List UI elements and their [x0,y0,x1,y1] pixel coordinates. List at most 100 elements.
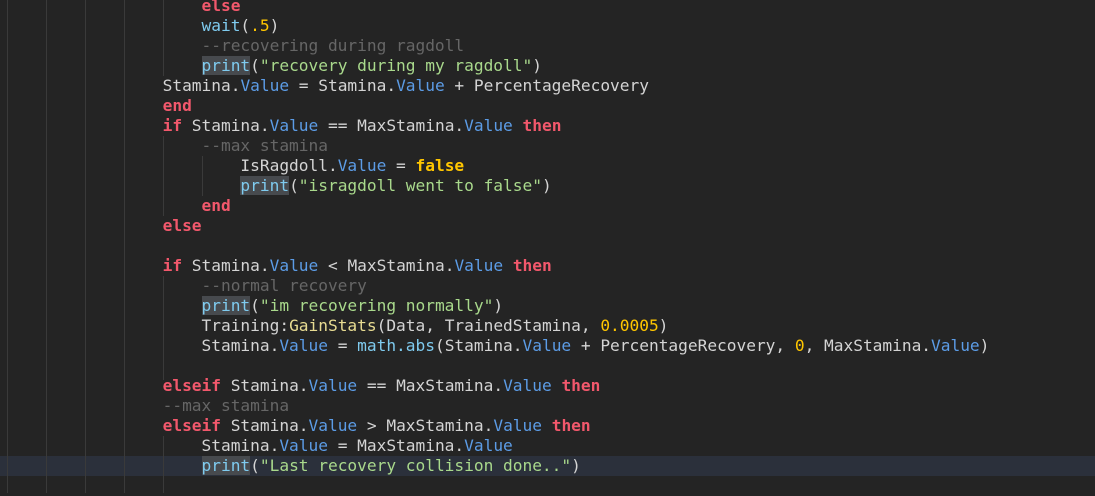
token-prop: Value [454,256,504,275]
token-txt: ) [493,296,504,315]
token-txt: (Stamina. [434,336,523,355]
token-num: 0.0005 [600,316,659,335]
code-line[interactable]: else [0,216,1095,236]
indent-guide [163,436,164,493]
indent-guide [163,136,164,216]
token-kw: elseif [162,376,221,395]
code-line[interactable]: Stamina.Value = math.abs(Stamina.Value +… [0,336,1095,356]
code-line[interactable]: --max stamina [0,396,1095,416]
token-txt: ( [240,16,251,35]
token-txt: ( [289,176,299,195]
token-prop: Value [279,336,328,355]
token-txt: (Data, TrainedStamina, [376,316,601,335]
code-line[interactable]: print("Last recovery collision done..") [0,456,1095,476]
code-line[interactable]: elseif Stamina.Value > MaxStamina.Value … [0,416,1095,436]
token-fnhl: print [201,56,251,75]
code-line[interactable]: print("recovery during my ragdoll") [0,56,1095,76]
code-line[interactable]: elseif Stamina.Value == MaxStamina.Value… [0,376,1095,396]
code-editor[interactable]: else wait(.5) --recovering during ragdol… [0,0,1095,496]
token-str: "Last recovery collision done.." [259,456,572,475]
code-line[interactable]: wait(.5) [0,16,1095,36]
code-line[interactable]: IsRagdoll.Value = false [0,156,1095,176]
code-line[interactable] [0,236,1095,256]
token-txt: = [386,156,416,175]
code-line[interactable]: if Stamina.Value < MaxStamina.Value then [0,256,1095,276]
token-txt: Stamina. [220,376,309,395]
token-str: "recovery during my ragdoll" [259,56,533,75]
token-txt: = [327,336,358,355]
code-line[interactable]: end [0,96,1095,116]
token-prop: Value [269,116,319,135]
code-line[interactable] [0,476,1095,496]
indent-guide [163,0,164,76]
token-txt: Stamina. [201,436,280,455]
token-txt: ) [979,336,990,355]
token-prop: Value [931,336,980,355]
token-txt: Stamina. [220,416,309,435]
code-line[interactable]: Training:GainStats(Data, TrainedStamina,… [0,316,1095,336]
token-txt: Stamina. [201,336,280,355]
code-line[interactable]: Stamina.Value = MaxStamina.Value [0,436,1095,456]
token-prop: Value [269,256,319,275]
code-line[interactable]: --normal recovery [0,276,1095,296]
token-com: --recovering during ragdoll [201,36,465,55]
token-prop: Value [279,436,328,455]
token-txt: ( [250,456,260,475]
code-line[interactable]: print("im recovering normally") [0,296,1095,316]
token-fn: math.abs [357,336,435,355]
indent-guide [46,0,47,493]
token-prop: Value [464,436,513,455]
token-bool: false [415,156,465,175]
token-txt: + PercentageRecovery [444,76,649,95]
token-prop: Value [240,76,290,95]
token-txt: Stamina. [182,256,270,275]
code-line[interactable]: --recovering during ragdoll [0,36,1095,56]
code-line[interactable]: if Stamina.Value == MaxStamina.Value the… [0,116,1095,136]
token-txt: == MaxStamina. [357,376,504,395]
code-line[interactable]: else [0,0,1095,16]
token-kw: end [162,96,192,115]
code-line[interactable]: print("isragdoll went to false") [0,176,1095,196]
token-txt: ) [269,16,280,35]
token-txt: > MaxStamina. [357,416,494,435]
token-txt: ) [541,176,552,195]
code-line[interactable]: --max stamina [0,136,1095,156]
token-str: "isragdoll went to false" [298,176,542,195]
token-fnhl: print [240,176,290,195]
token-txt: ) [658,316,669,335]
token-com: --normal recovery [201,276,367,295]
token-txt: ( [250,56,260,75]
code-line[interactable]: Stamina.Value = Stamina.Value + Percenta… [0,76,1095,96]
token-kw: elseif [162,416,221,435]
token-fnhl: print [201,296,251,315]
token-prop: Value [308,416,358,435]
code-line[interactable] [0,356,1095,376]
token-com: --max stamina [162,396,290,415]
token-txt: < MaxStamina. [318,256,455,275]
token-txt: ) [571,456,581,475]
token-kw: else [201,0,241,15]
token-txt: , MaxStamina. [804,336,932,355]
token-num: 0 [794,336,805,355]
token-txt: ( [250,296,260,315]
token-txt: = Stamina. [289,76,397,95]
token-fn: wait [201,16,241,35]
token-kw: then [522,116,562,135]
indent-guide [7,0,8,493]
token-txt: = MaxStamina. [327,436,465,455]
token-prop: Value [503,376,552,395]
indent-guide [85,0,86,493]
token-txt: Stamina. [162,76,241,95]
code-line[interactable]: end [0,196,1095,216]
token-kw: if [162,256,183,275]
token-txt: ) [532,56,542,75]
token-txt: Stamina. [182,116,270,135]
token-prop: Value [396,76,445,95]
indent-guide [124,0,125,493]
token-prop: Value [464,116,513,135]
token-num: .5 [250,16,270,35]
indent-guide [202,156,203,196]
